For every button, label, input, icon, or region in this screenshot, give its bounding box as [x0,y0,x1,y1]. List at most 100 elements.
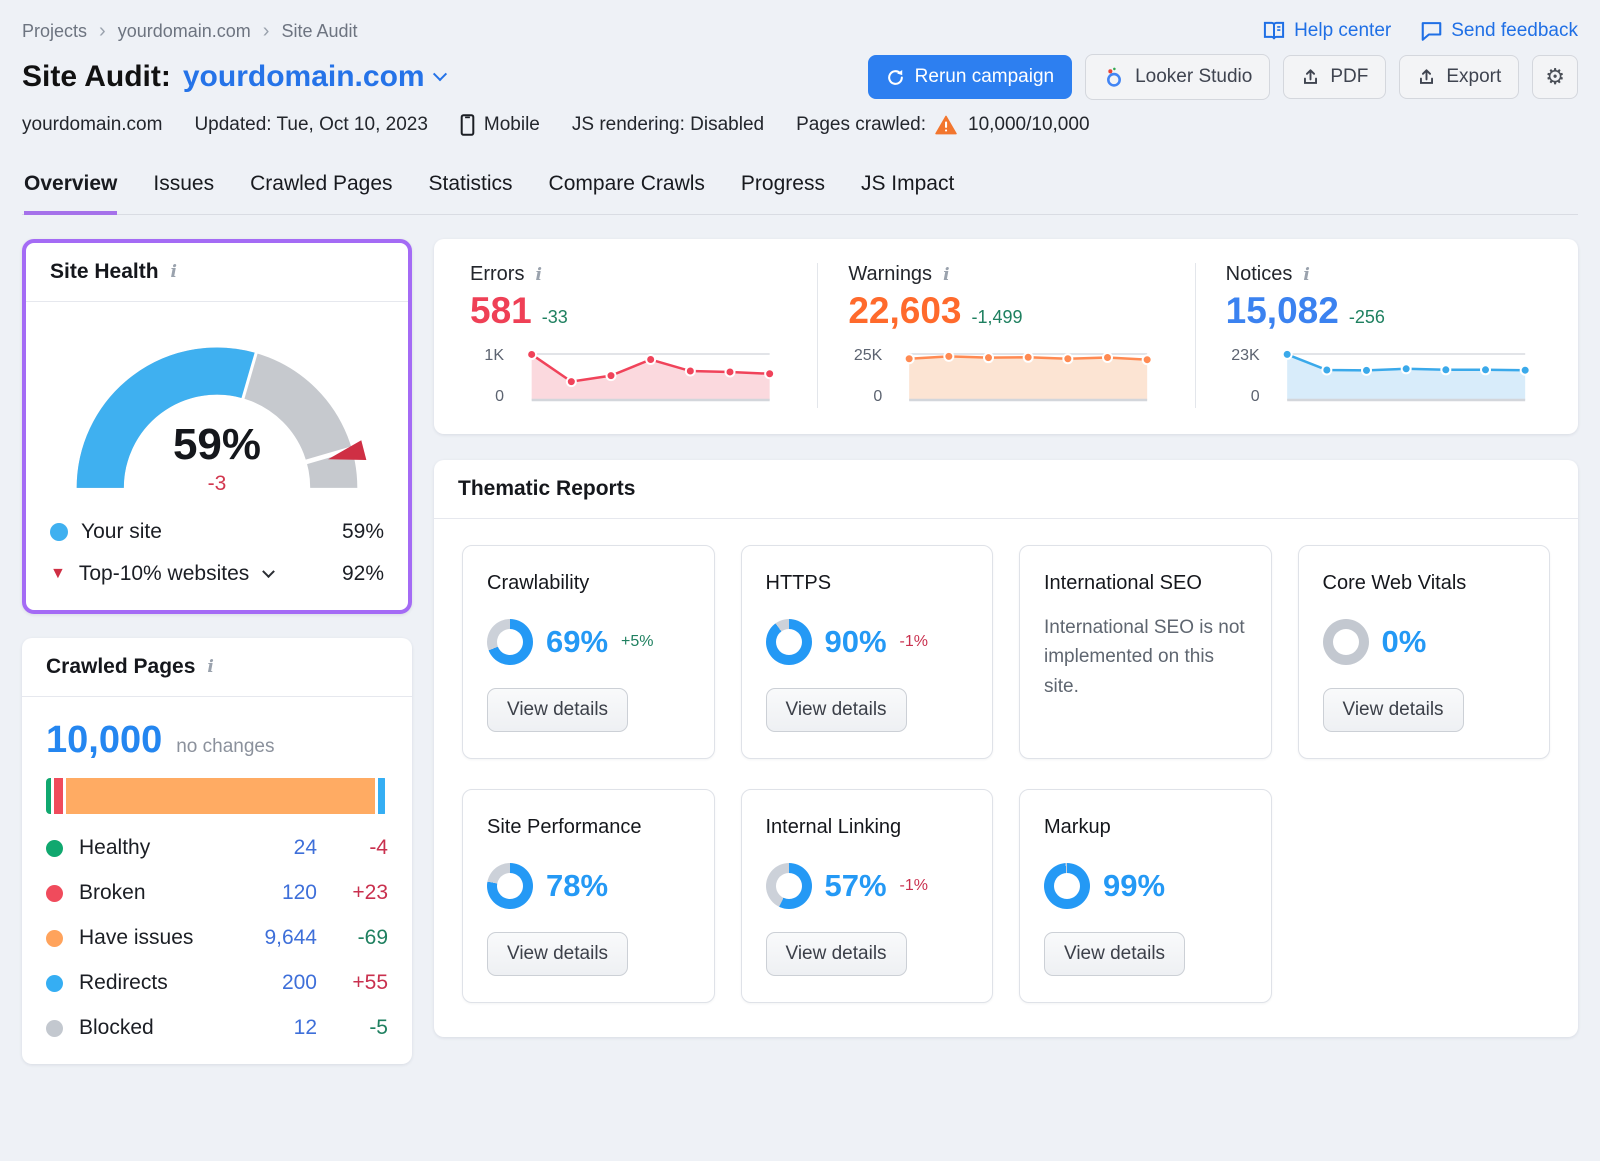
site-performance-score: 78% [546,868,608,904]
crawled-legend: Healthy 24 -4 Broken 120 +23 Have [46,836,388,1040]
title-bar: Site Audit: yourdomain.com Rerun campaig… [22,54,1578,100]
crawlability-donut [487,619,533,665]
report-card-site-performance: Site Performance 78% View details [462,789,715,1003]
tab-statistics[interactable]: Statistics [429,164,513,215]
breadcrumb-projects[interactable]: Projects [22,21,87,42]
site-performance-view-details-button[interactable]: View details [487,932,628,976]
report-card-internal-linking: Internal Linking 57% -1% View details [741,789,994,1003]
notices-value[interactable]: 15,082 [1226,290,1339,332]
redirects-value[interactable]: 200 [282,971,317,995]
crawlability-change: +5% [621,633,653,651]
tab-js-impact[interactable]: JS Impact [861,164,954,215]
healthy-change: -4 [330,836,388,860]
feedback-bubble-icon [1421,21,1442,41]
looker-studio-button[interactable]: Looker Studio [1085,54,1270,100]
core-web-vitals-view-details-button[interactable]: View details [1323,688,1464,732]
meta-pages-crawled: Pages crawled: 10,000/10,000 [796,114,1089,136]
gear-icon: ⚙ [1545,66,1565,88]
info-icon[interactable]: i [533,265,543,285]
site-health-legend: Your site 59% ▼ Top-10% websites 92% [26,506,408,610]
errors-section: Errors i 581 -33 1K 0 [440,263,817,408]
chevron-down-icon[interactable] [262,565,275,578]
campaign-meta: yourdomain.com Updated: Tue, Oct 10, 202… [22,114,1578,136]
legend-row-redirects[interactable]: Redirects 200 +55 [46,971,388,995]
tab-compare-crawls[interactable]: Compare Crawls [549,164,705,215]
crawlability-score: 69% [546,624,608,660]
https-donut [766,619,812,665]
errors-label: Errors [470,263,524,286]
crawled-pages-card: Crawled Pages i 10,000 no changes Health… [22,638,412,1064]
markup-donut [1044,863,1090,909]
red-dot-icon [46,885,63,902]
international-seo-title: International SEO [1044,572,1247,595]
https-view-details-button[interactable]: View details [766,688,907,732]
breadcrumb-domain[interactable]: yourdomain.com [118,21,251,42]
broken-label: Broken [79,881,269,905]
warning-triangle-icon[interactable] [935,115,957,135]
header-actions: Rerun campaign Looker Studio PDF Export … [868,54,1578,100]
domain-selector[interactable]: yourdomain.com [183,60,445,94]
blocked-value[interactable]: 12 [294,1016,317,1040]
site-audit-page: Projects › yourdomain.com › Site Audit H… [0,0,1600,1161]
send-feedback-link[interactable]: Send feedback [1421,20,1578,42]
warnings-value[interactable]: 22,603 [848,290,961,332]
notices-section: Notices i 15,082 -256 23K 0 [1195,263,1572,408]
errors-y-axis: 1K 0 [470,344,504,408]
gray-dot-icon [46,1020,63,1037]
meta-device-label: Mobile [484,114,540,136]
tab-bar: Overview Issues Crawled Pages Statistics… [22,164,1578,215]
redirects-change: +55 [330,971,388,995]
info-icon[interactable]: i [205,657,215,677]
report-card-international-seo: International SEO International SEO is n… [1019,545,1272,759]
export-button[interactable]: Export [1399,55,1519,99]
broken-value[interactable]: 120 [282,881,317,905]
warnings-label: Warnings [848,263,932,286]
legend-row-healthy[interactable]: Healthy 24 -4 [46,836,388,860]
meta-js-rendering: JS rendering: Disabled [572,114,764,136]
green-dot-icon [46,840,63,857]
y-max-tick: 25K [848,347,882,365]
legend-row-have-issues[interactable]: Have issues 9,644 -69 [46,926,388,950]
pdf-button[interactable]: PDF [1283,55,1386,99]
tab-issues[interactable]: Issues [153,164,214,215]
report-card-https: HTTPS 90% -1% View details [741,545,994,759]
crawled-total[interactable]: 10,000 [46,719,162,762]
legend-row-blocked[interactable]: Blocked 12 -5 [46,1016,388,1040]
markup-view-details-button[interactable]: View details [1044,932,1185,976]
info-icon[interactable]: i [941,265,951,285]
crawlability-view-details-button[interactable]: View details [487,688,628,732]
errors-value[interactable]: 581 [470,290,532,332]
right-column: Errors i 581 -33 1K 0 [434,239,1578,1037]
tab-overview[interactable]: Overview [24,164,117,215]
info-icon[interactable]: i [1301,265,1311,285]
have-issues-change: -69 [330,926,388,950]
orange-dot-icon [46,930,63,947]
y-min-tick: 0 [848,388,882,406]
blue-dot-icon [46,975,63,992]
warnings-section: Warnings i 22,603 -1,499 25K 0 [817,263,1194,408]
refresh-icon [886,68,905,87]
have-issues-value[interactable]: 9,644 [264,926,317,950]
crawled-pages-title: Crawled Pages [46,655,195,679]
tab-crawled-pages[interactable]: Crawled Pages [250,164,392,215]
legend-row-broken[interactable]: Broken 120 +23 [46,881,388,905]
crawlability-title: Crawlability [487,572,690,595]
info-icon[interactable]: i [169,262,179,282]
rerun-campaign-button[interactable]: Rerun campaign [868,55,1072,99]
domain-selector-label: yourdomain.com [183,60,425,94]
pages-crawled-value: 10,000/10,000 [968,114,1090,136]
tab-progress[interactable]: Progress [741,164,825,215]
bar-segment-redirects [378,778,386,814]
healthy-value[interactable]: 24 [294,836,317,860]
settings-button[interactable]: ⚙ [1532,55,1578,99]
help-center-link[interactable]: Help center [1263,20,1391,42]
internal-linking-view-details-button[interactable]: View details [766,932,907,976]
issues-summary-card: Errors i 581 -33 1K 0 [434,239,1578,434]
your-site-label: Your site [81,520,162,544]
crawled-note: no changes [176,736,274,758]
export-label: Export [1446,66,1501,88]
internal-linking-change: -1% [900,877,928,895]
pdf-label: PDF [1330,66,1368,88]
crawled-stacked-bar [46,778,388,814]
https-change: -1% [900,633,928,651]
